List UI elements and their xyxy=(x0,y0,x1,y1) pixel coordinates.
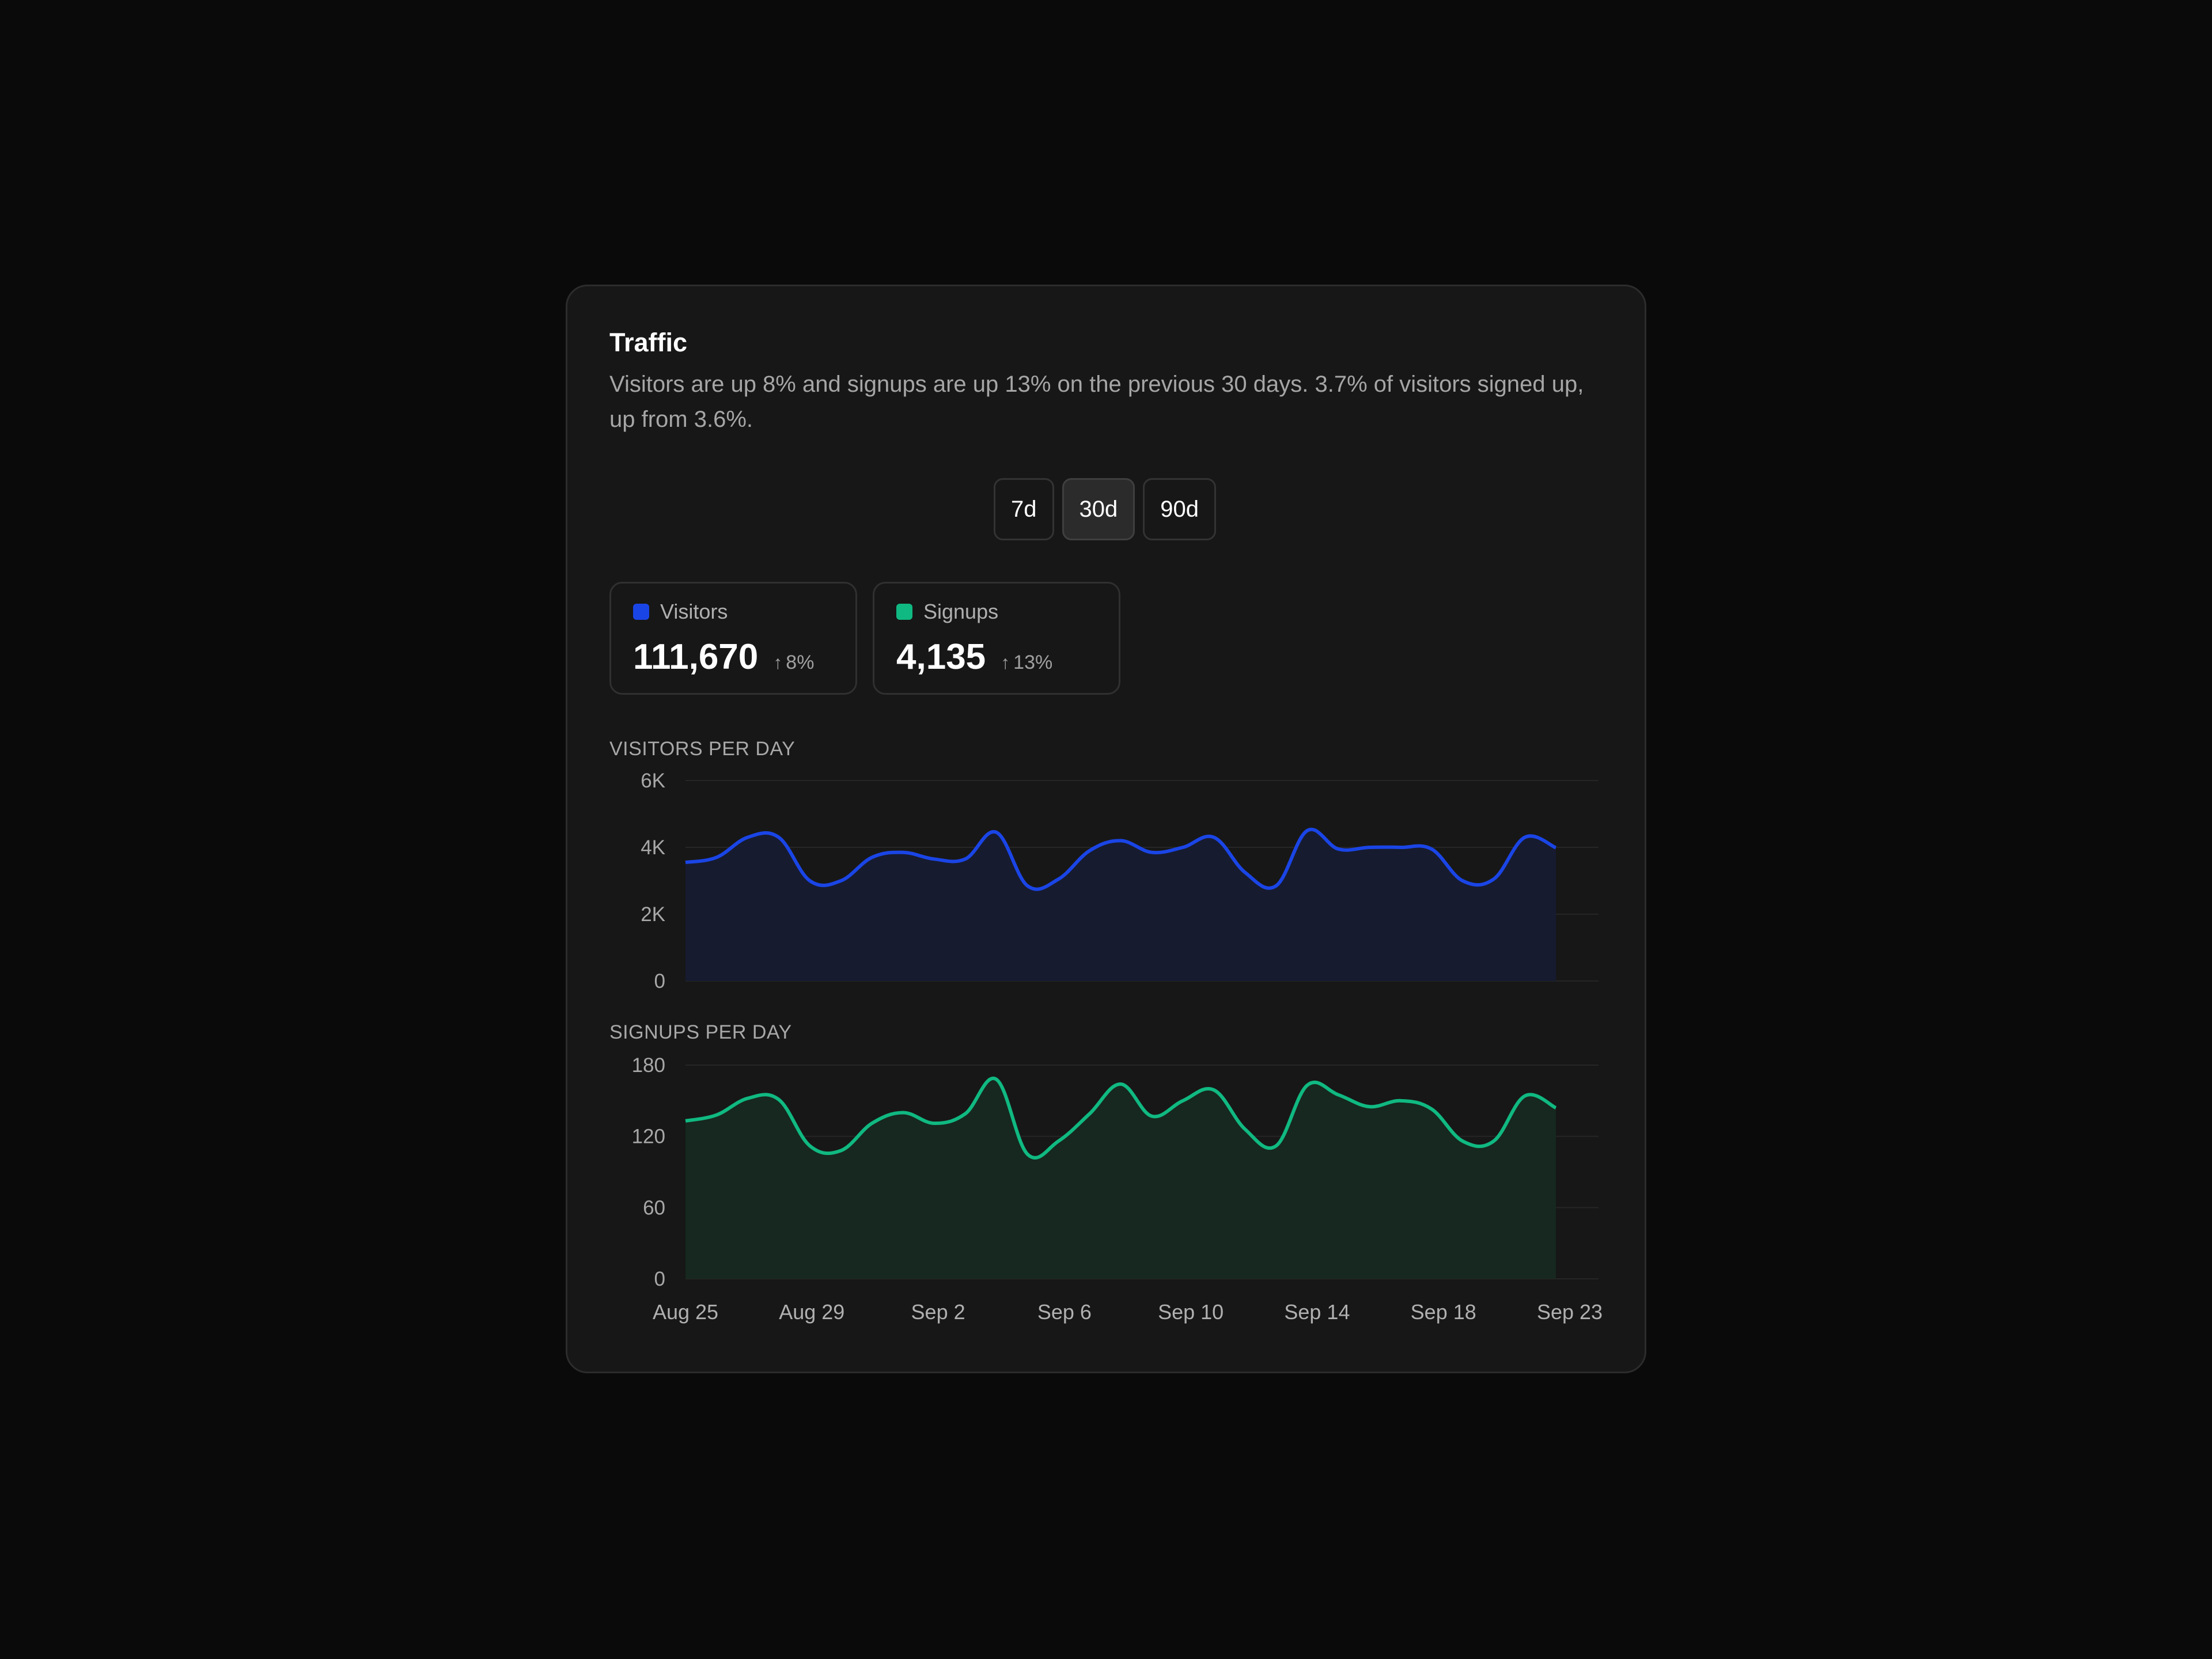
range-90d-button[interactable]: 90d xyxy=(1143,478,1216,540)
range-30d-button[interactable]: 30d xyxy=(1062,478,1135,540)
x-tick-label: Sep 23 xyxy=(1537,1300,1603,1324)
area-fill xyxy=(685,829,1556,981)
x-tick-label: Sep 10 xyxy=(1158,1300,1224,1324)
y-tick-label: 6K xyxy=(641,770,665,792)
stats-row: Visitors 111,670 ↑ 8% Signups 4,135 ↑ 13… xyxy=(609,582,1120,695)
arrow-up-icon: ↑ xyxy=(1001,652,1010,673)
x-tick-label: Sep 2 xyxy=(911,1300,965,1324)
signups-label: Signups xyxy=(923,600,999,623)
x-tick-label: Sep 6 xyxy=(1037,1300,1092,1324)
signups-delta-value: 13% xyxy=(1013,652,1053,673)
y-tick-label: 180 xyxy=(632,1054,665,1077)
y-tick-label: 0 xyxy=(654,970,665,993)
y-tick-label: 60 xyxy=(643,1196,665,1219)
signups-stat-card[interactable]: Signups 4,135 ↑ 13% xyxy=(873,582,1120,695)
visitors-value: 111,670 xyxy=(633,637,759,677)
y-tick-label: 120 xyxy=(632,1126,665,1148)
arrow-up-icon: ↑ xyxy=(773,652,783,673)
area-fill xyxy=(685,1078,1556,1279)
range-7d-button[interactable]: 7d xyxy=(994,478,1054,540)
y-tick-label: 2K xyxy=(641,903,665,926)
x-tick-label: Sep 18 xyxy=(1411,1300,1476,1324)
visitors-stat-card[interactable]: Visitors 111,670 ↑ 8% xyxy=(609,582,857,695)
card-description: Visitors are up 8% and signups are up 13… xyxy=(609,372,1584,432)
signups-area-chart: 0 60 120 180 Aug 25 Aug 29 Sep 2 Sep 6 Sep 10 Sep… xyxy=(632,1054,1603,1324)
visitors-delta-value: 8% xyxy=(786,652,815,673)
y-tick-label: 0 xyxy=(654,1268,665,1290)
visitors-area-chart: 0 2K 4K 6K xyxy=(641,770,1599,993)
y-tick-label: 4K xyxy=(641,836,665,859)
visitors-label: Visitors xyxy=(660,600,728,623)
card-title: Traffic xyxy=(609,328,688,357)
signups-value: 4,135 xyxy=(896,637,986,677)
visitors-chart-title: VISITORS PER DAY xyxy=(609,738,796,760)
signups-delta: ↑ 13% xyxy=(1001,652,1052,674)
x-tick-label: Aug 25 xyxy=(653,1300,718,1324)
visitors-delta: ↑ 8% xyxy=(773,652,814,674)
traffic-card: Traffic Visitors are up 8% and signups a… xyxy=(566,285,1646,1373)
signups-legend-swatch xyxy=(896,604,912,620)
range-selector: 7d 30d 90d xyxy=(994,478,1216,540)
signups-chart-title: SIGNUPS PER DAY xyxy=(609,1021,792,1043)
x-tick-label: Sep 14 xyxy=(1284,1300,1350,1324)
visitors-legend-swatch xyxy=(633,604,649,620)
x-tick-label: Aug 29 xyxy=(779,1300,844,1324)
